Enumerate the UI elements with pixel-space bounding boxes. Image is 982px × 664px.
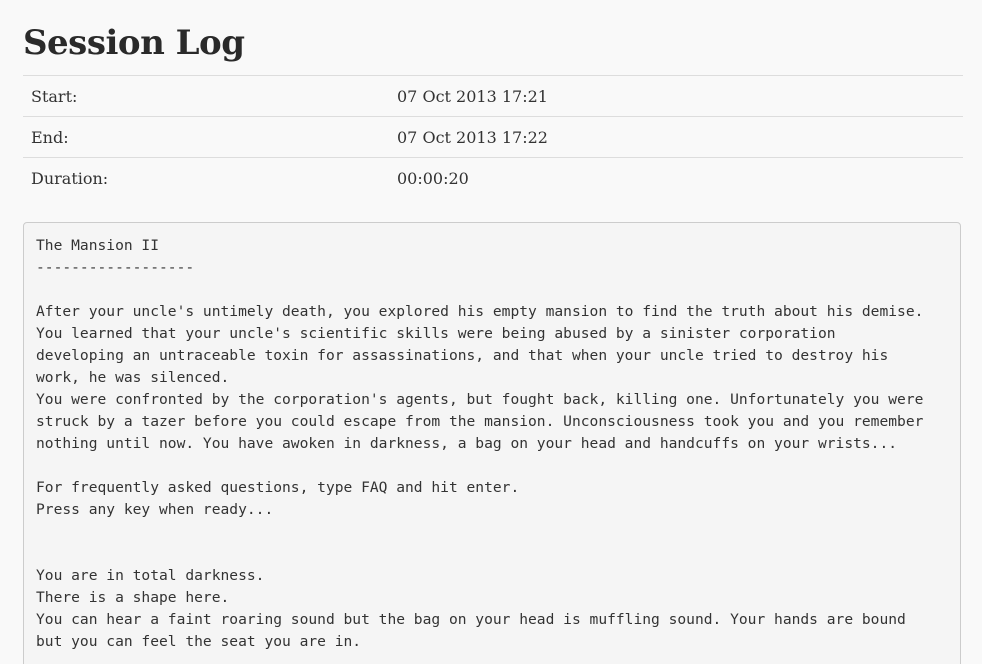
start-value: 07 Oct 2013 17:21 xyxy=(389,75,963,117)
session-info-table: Start: 07 Oct 2013 17:21 End: 07 Oct 201… xyxy=(23,75,963,198)
start-label: Start: xyxy=(23,75,389,117)
log-line: but you can feel the seat you are in. xyxy=(36,633,362,650)
log-line: The Mansion II xyxy=(36,237,160,254)
log-line: struck by a tazer before you could escap… xyxy=(36,413,924,430)
end-label: End: xyxy=(23,116,389,158)
duration-label: Duration: xyxy=(23,157,389,198)
log-line: You learned that your uncle's scientific… xyxy=(36,325,836,342)
session-row-duration: Duration: 00:00:20 xyxy=(23,157,963,198)
log-line: nothing until now. You have awoken in da… xyxy=(36,435,898,452)
log-line: work, he was silenced. xyxy=(36,369,230,386)
page-title: Session Log xyxy=(23,23,245,63)
log-line: After your uncle's untimely death, you e… xyxy=(36,303,924,320)
log-line: There is a shape here. xyxy=(36,589,230,606)
session-log-page: Session Log Start: 07 Oct 2013 17:21 End… xyxy=(0,0,982,664)
session-row-start: Start: 07 Oct 2013 17:21 xyxy=(23,75,963,117)
log-line: developing an untraceable toxin for assa… xyxy=(36,347,889,364)
duration-value: 00:00:20 xyxy=(389,157,963,198)
log-line: Press any key when ready... xyxy=(36,501,274,518)
session-row-end: End: 07 Oct 2013 17:22 xyxy=(23,116,963,158)
log-line: You were confronted by the corporation's… xyxy=(36,391,924,408)
log-line: You are in total darkness. xyxy=(36,567,265,584)
log-line: You can hear a faint roaring sound but t… xyxy=(36,611,906,628)
log-line: For frequently asked questions, type FAQ… xyxy=(36,479,520,496)
session-transcript[interactable]: The Mansion II ------------------ After … xyxy=(23,222,961,664)
log-line: ------------------ xyxy=(36,259,195,276)
end-value: 07 Oct 2013 17:22 xyxy=(389,116,963,158)
